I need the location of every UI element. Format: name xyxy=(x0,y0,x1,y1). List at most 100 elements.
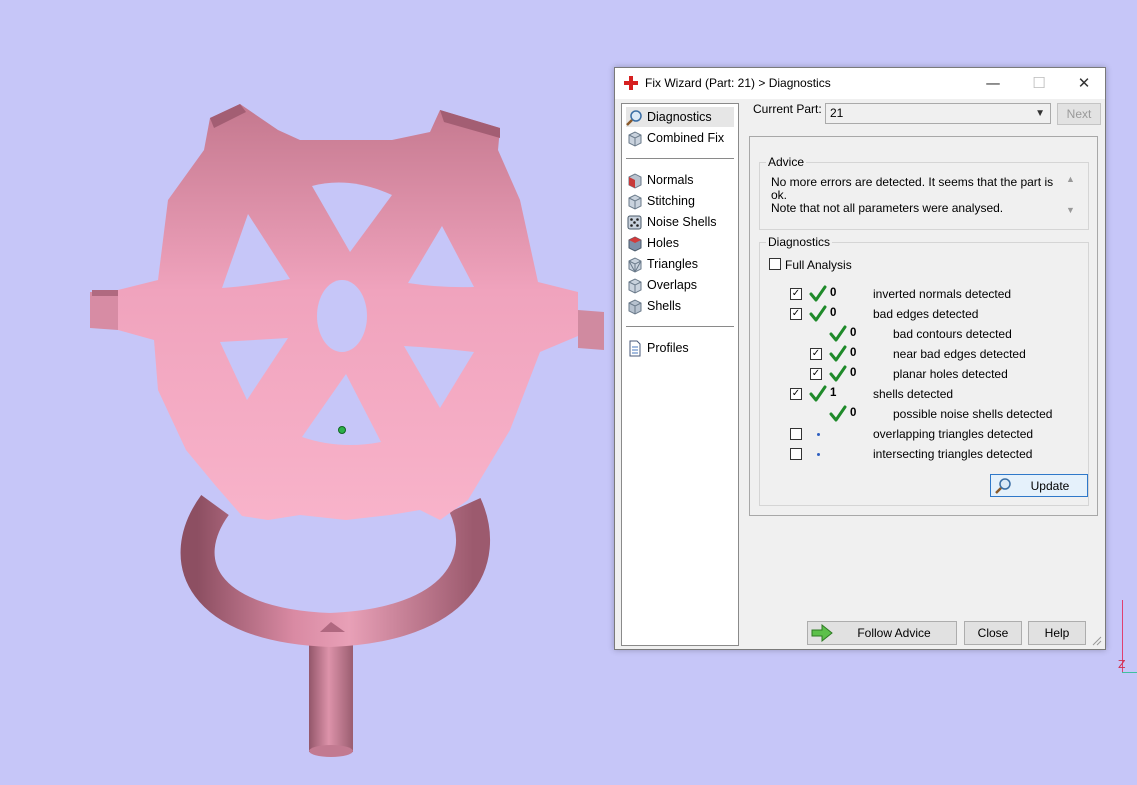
minimize-button[interactable]: — xyxy=(970,68,1016,98)
diagnostic-checkbox[interactable]: ✓ xyxy=(810,368,822,380)
checkmark-icon xyxy=(829,345,847,362)
checkmark-icon xyxy=(809,305,827,322)
next-button[interactable]: Next xyxy=(1057,103,1101,125)
current-part-value: 21 xyxy=(830,106,844,120)
diagnostics-group: Diagnostics Full Analysis ✓ 0 inverted nor… xyxy=(759,235,1089,506)
sidebar-item-triangles[interactable]: Triangles xyxy=(626,254,734,274)
sidebar-item-noise-shells[interactable]: Noise Shells xyxy=(626,212,734,232)
full-analysis-checkbox[interactable] xyxy=(769,258,781,270)
update-button[interactable]: Update xyxy=(990,474,1088,497)
sidebar-divider xyxy=(626,158,734,159)
resize-grip-icon[interactable] xyxy=(1092,636,1102,646)
sidebar-item-shells[interactable]: Shells xyxy=(626,296,734,316)
cube-hole-icon xyxy=(628,235,642,252)
diagnostic-label: planar holes detected xyxy=(893,367,1008,381)
diagnostic-label: intersecting triangles detected xyxy=(873,447,1033,461)
advice-scrollbar[interactable]: ▲ ▼ xyxy=(1064,174,1078,220)
sidebar-item-profiles[interactable]: Profiles xyxy=(626,338,734,358)
diagnostic-checkbox[interactable] xyxy=(790,428,802,440)
scroll-down-icon[interactable]: ▼ xyxy=(1066,205,1075,215)
cube-icon xyxy=(628,130,642,147)
diagnostic-checkbox[interactable]: ✓ xyxy=(790,288,802,300)
diagnostic-row: ✓ 0 near bad edges detected xyxy=(760,344,1088,364)
document-icon xyxy=(629,340,641,356)
close-window-button[interactable]: ✕ xyxy=(1061,68,1107,98)
axis-x-line xyxy=(1122,672,1137,673)
sidebar-item-stitching[interactable]: Stitching xyxy=(626,191,734,211)
diagnostic-row: ✓ 1 shells detected xyxy=(760,384,1088,404)
arrow-right-icon xyxy=(811,624,833,642)
sidebar-item-overlaps[interactable]: Overlaps xyxy=(626,275,734,295)
cube-triangles-icon xyxy=(628,256,642,273)
diagnostic-label: shells detected xyxy=(873,387,954,401)
close-button[interactable]: Close xyxy=(964,621,1022,645)
diagnostic-label: overlapping triangles detected xyxy=(873,427,1034,441)
sidebar-item-combined-fix[interactable]: Combined Fix xyxy=(626,128,734,148)
advice-title: Advice xyxy=(766,155,807,169)
follow-advice-button[interactable]: Follow Advice xyxy=(807,621,957,645)
diagnostic-label: possible noise shells detected xyxy=(893,407,1053,421)
diagnostic-count: 0 xyxy=(830,287,837,299)
sidebar-item-holes[interactable]: Holes xyxy=(626,233,734,253)
checkmark-icon xyxy=(809,285,827,302)
diagnostic-count: 0 xyxy=(850,367,857,379)
diagnostic-label: bad contours detected xyxy=(893,327,1012,341)
diagnostic-label: bad edges detected xyxy=(873,307,979,321)
red-cross-icon xyxy=(624,76,638,90)
cube-stitch-icon xyxy=(628,193,642,210)
update-label: Update xyxy=(1030,479,1070,493)
diagnostic-row: ✓ 0 inverted normals detected xyxy=(760,284,1088,304)
checkmark-icon xyxy=(829,405,847,422)
checkmark-icon xyxy=(809,385,827,402)
diagnostics-title: Diagnostics xyxy=(766,235,833,249)
follow-advice-label: Follow Advice xyxy=(857,626,931,640)
checkmark-icon xyxy=(829,325,847,342)
advice-text: No more errors are detected. It seems th… xyxy=(771,176,1056,215)
current-part-select[interactable]: 21 ▼ xyxy=(825,103,1051,124)
diagnostic-row: 0 bad contours detected xyxy=(760,324,1088,344)
chevron-down-icon: ▼ xyxy=(1035,108,1045,119)
diagnostic-count: 1 xyxy=(830,387,837,399)
diagnostic-row: ✓ 0 bad edges detected xyxy=(760,304,1088,324)
diagnostic-count: 0 xyxy=(850,327,857,339)
maximize-button[interactable]: ☐ xyxy=(1016,68,1062,98)
sidebar-item-diagnostics[interactable]: Diagnostics xyxy=(626,107,734,127)
scroll-up-icon[interactable]: ▲ xyxy=(1066,174,1075,184)
advice-group: Advice No more errors are detected. It s… xyxy=(759,155,1089,230)
cube-overlap-icon xyxy=(628,277,642,294)
checkmark-icon xyxy=(829,365,847,382)
current-part-label: Current Part: xyxy=(753,102,822,116)
diagnostic-count: 0 xyxy=(850,347,857,359)
diagnostic-row: intersecting triangles detected xyxy=(760,444,1088,464)
diagnostic-count: 0 xyxy=(850,407,857,419)
diagnostic-checkbox[interactable]: ✓ xyxy=(790,308,802,320)
window-title: Fix Wizard (Part: 21) > Diagnostics xyxy=(645,76,831,90)
diagnostic-checkbox[interactable]: ✓ xyxy=(790,388,802,400)
fix-wizard-dialog: Fix Wizard (Part: 21) > Diagnostics — ☐ … xyxy=(614,67,1106,650)
diagnostic-row: 0 possible noise shells detected xyxy=(760,404,1088,424)
sidebar-divider xyxy=(626,326,734,327)
diagnostic-label: near bad edges detected xyxy=(893,347,1026,361)
cube-red-icon xyxy=(628,172,642,189)
magnifier-icon xyxy=(626,109,642,126)
full-analysis-label: Full Analysis xyxy=(785,258,852,272)
wizard-sidebar: Diagnostics Combined Fix Normals Stitchi… xyxy=(621,103,739,646)
cube-shells-icon xyxy=(628,298,642,315)
advice-line: Note that not all parameters were analys… xyxy=(771,201,1004,215)
axis-z-label: Z xyxy=(1118,658,1126,671)
magnifier-icon xyxy=(995,478,1011,494)
advice-line: No more errors are detected. It seems th… xyxy=(771,175,1054,202)
status-dot-icon xyxy=(817,433,820,436)
diagnostic-checkbox[interactable]: ✓ xyxy=(810,348,822,360)
status-dot-icon xyxy=(817,453,820,456)
help-button[interactable]: Help xyxy=(1028,621,1086,645)
dice-icon xyxy=(627,215,642,229)
diagnostic-row: ✓ 0 planar holes detected xyxy=(760,364,1088,384)
sidebar-item-normals[interactable]: Normals xyxy=(626,170,734,190)
diagnostic-count: 0 xyxy=(830,307,837,319)
diagnostic-row: overlapping triangles detected xyxy=(760,424,1088,444)
title-bar[interactable]: Fix Wizard (Part: 21) > Diagnostics — ☐ … xyxy=(615,68,1105,99)
diagnostic-checkbox[interactable] xyxy=(790,448,802,460)
diagnostic-label: inverted normals detected xyxy=(873,287,1012,301)
diagnostics-panel: Advice No more errors are detected. It s… xyxy=(749,136,1098,516)
